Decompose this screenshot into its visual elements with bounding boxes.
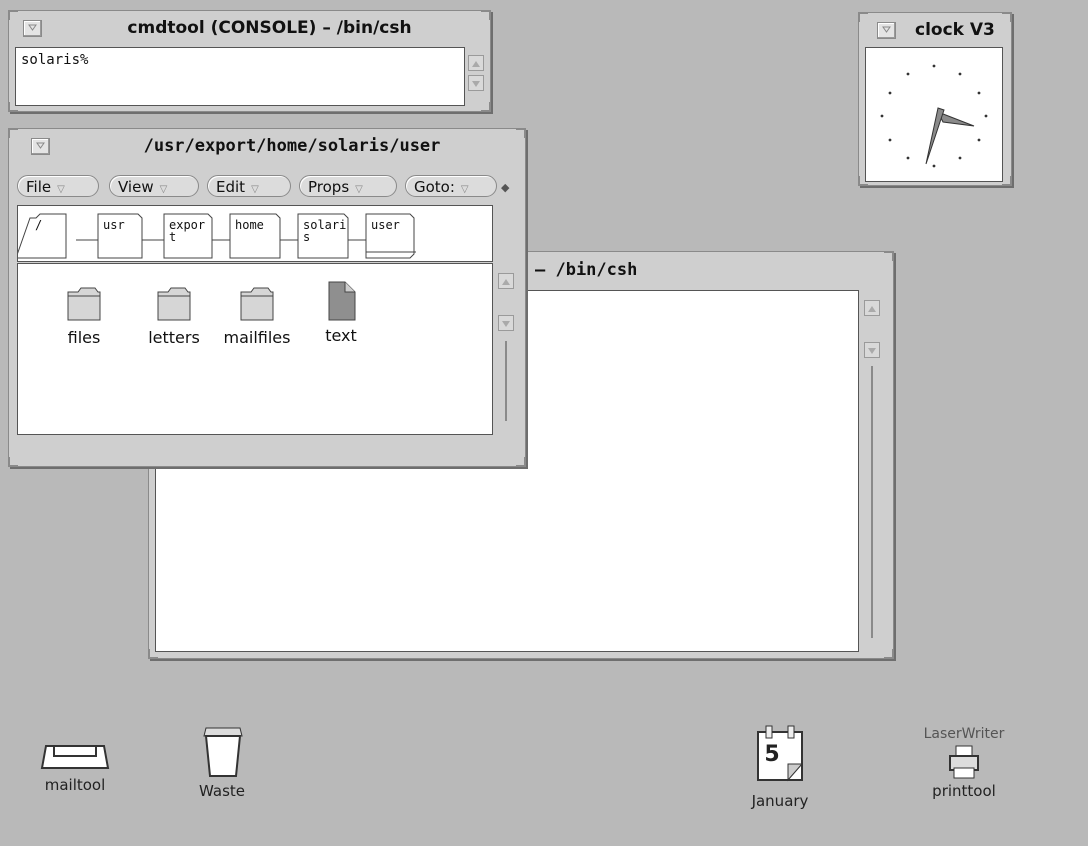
scroll-up-button[interactable] <box>468 55 484 71</box>
console-terminal-pane[interactable]: solaris% <box>15 47 465 106</box>
console-scrollbar[interactable] <box>467 47 485 105</box>
clock-face <box>865 47 1003 182</box>
folder-icon <box>240 287 274 321</box>
folder-icon <box>67 287 101 321</box>
scroll-up-button[interactable] <box>864 300 880 316</box>
mailtool-icon[interactable]: mailtool <box>30 736 120 794</box>
menu-arrow-icon: ▽ <box>159 184 168 195</box>
printer-name: LaserWriter <box>923 726 1005 742</box>
props-menu-button[interactable]: Props ▽ <box>299 175 397 197</box>
path-pane: / usr expor t home solari s user <box>17 205 493 262</box>
goto-menu-button[interactable]: Goto: ▽ <box>405 175 497 197</box>
view-menu-button[interactable]: View ▽ <box>109 175 199 197</box>
path-segment-usr[interactable]: usr <box>98 216 142 260</box>
filemanager-menubar: File ▽ View ▽ Edit ▽ Props ▽ Goto: ▽ ◆ <box>17 175 517 199</box>
menu-arrow-icon: ▽ <box>355 184 363 195</box>
path-segment-home[interactable]: home <box>230 216 280 260</box>
window-menu-button[interactable] <box>23 20 42 37</box>
edit-menu-button[interactable]: Edit ▽ <box>207 175 291 197</box>
clock-window[interactable]: clock V3 <box>858 12 1012 186</box>
scroll-down-button[interactable] <box>468 75 484 91</box>
window-menu-button[interactable] <box>31 138 50 155</box>
shell-scrollbar[interactable] <box>863 290 881 650</box>
file-item-files[interactable]: files <box>52 282 116 347</box>
menu-arrow-icon: ▽ <box>460 184 469 195</box>
path-segment-user[interactable]: user <box>366 216 414 260</box>
filemanager-window[interactable]: /usr/export/home/solaris/user File ▽ View… <box>8 128 526 467</box>
pushpin-icon[interactable]: ◆ <box>501 181 509 194</box>
clock-title[interactable]: clock V3 <box>915 20 995 40</box>
printer-icon <box>949 745 979 779</box>
console-window[interactable]: cmdtool (CONSOLE) – /bin/csh solaris% <box>8 10 491 112</box>
file-pane[interactable]: files letters mailfiles text <box>17 263 493 435</box>
path-segment-solaris[interactable]: solari s <box>298 216 348 260</box>
scroll-up-button[interactable] <box>498 273 514 289</box>
file-menu-button[interactable]: File ▽ <box>17 175 99 197</box>
path-segment-export[interactable]: expor t <box>164 216 212 260</box>
console-prompt: solaris% <box>21 52 89 68</box>
filemanager-scrollbar[interactable] <box>497 263 515 433</box>
printtool-icon[interactable]: LaserWriter printtool <box>904 726 1024 800</box>
scroll-down-button[interactable] <box>498 315 514 331</box>
folder-icon <box>157 287 191 321</box>
file-item-mailfiles[interactable]: mailfiles <box>214 282 300 347</box>
calendar-month: January <box>751 792 809 810</box>
calendar-day: 5 <box>764 742 780 767</box>
path-segment-root[interactable]: / <box>30 216 80 260</box>
filemanager-title[interactable]: /usr/export/home/solaris/user <box>59 129 525 163</box>
window-menu-button[interactable] <box>877 22 896 39</box>
analog-clock-icon <box>880 64 988 168</box>
menu-arrow-icon: ▽ <box>57 184 65 195</box>
scroll-down-button[interactable] <box>864 342 880 358</box>
console-title[interactable]: cmdtool (CONSOLE) – /bin/csh <box>49 11 490 45</box>
waste-icon[interactable]: Waste <box>180 724 264 800</box>
calendar-icon[interactable]: 5 January <box>740 722 820 810</box>
menu-arrow-icon: ▽ <box>251 184 259 195</box>
inbox-tray-icon <box>40 745 110 769</box>
trash-can-icon <box>203 727 243 777</box>
file-item-text[interactable]: text <box>312 278 370 345</box>
file-item-letters[interactable]: letters <box>136 282 212 347</box>
document-icon <box>328 281 356 321</box>
shell-window-title[interactable]: – /bin/csh <box>535 260 637 280</box>
